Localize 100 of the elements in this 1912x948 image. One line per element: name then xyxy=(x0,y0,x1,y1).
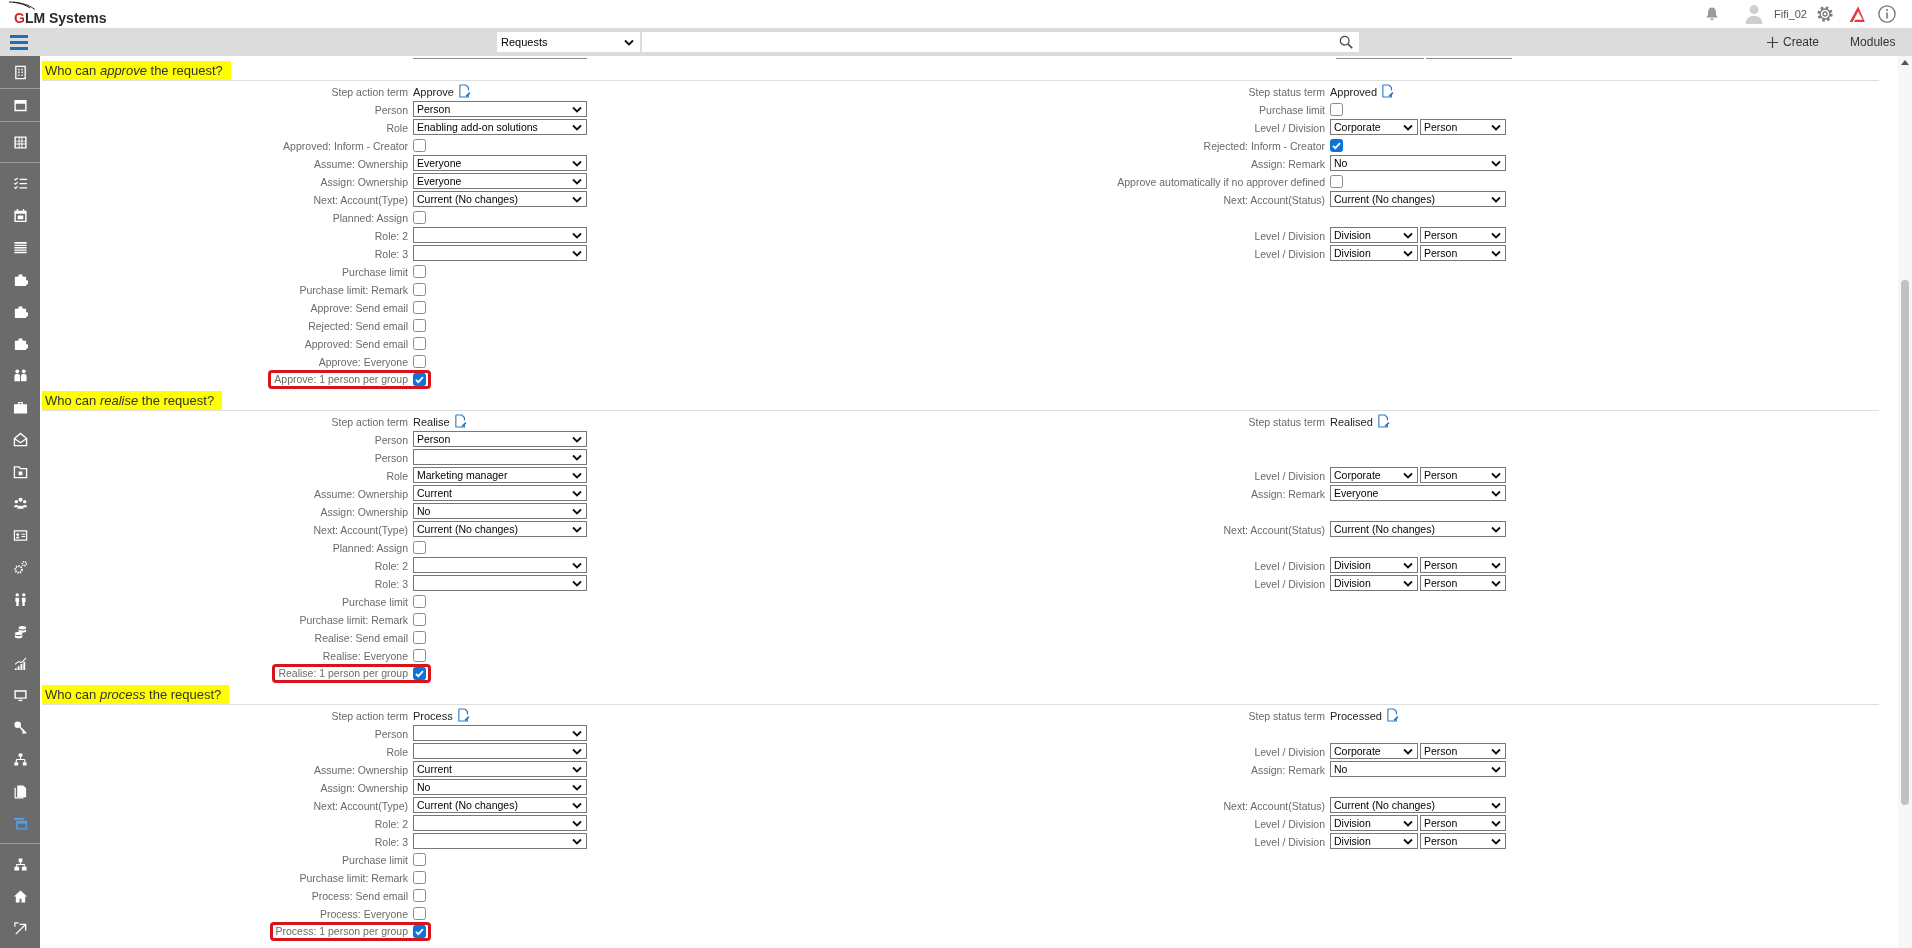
dropdown[interactable]: Person xyxy=(413,431,587,447)
dropdown[interactable]: Person xyxy=(1420,815,1506,831)
briefcase-icon[interactable] xyxy=(12,399,28,415)
dropdown[interactable]: Everyone xyxy=(1330,485,1506,501)
scrollbar-thumb[interactable] xyxy=(1901,280,1909,805)
puzzle-icon[interactable] xyxy=(12,271,28,287)
modules-button[interactable]: Modules xyxy=(1850,32,1896,52)
dropdown[interactable]: Current xyxy=(413,485,587,501)
dropdown[interactable]: Everyone xyxy=(413,173,587,189)
dropdown[interactable]: Current (No changes) xyxy=(413,521,587,537)
checkbox[interactable] xyxy=(413,282,426,296)
checkbox[interactable] xyxy=(413,264,426,278)
dropdown[interactable] xyxy=(413,557,587,573)
info-icon[interactable] xyxy=(1878,5,1896,23)
dropdown[interactable]: Current (No changes) xyxy=(1330,191,1506,207)
coins-icon[interactable] xyxy=(12,623,28,639)
checkbox[interactable] xyxy=(413,354,426,368)
key-icon[interactable] xyxy=(12,719,28,735)
dropdown[interactable] xyxy=(413,245,587,261)
dropdown[interactable]: Division xyxy=(1330,575,1418,591)
dropdown[interactable]: Division xyxy=(1330,815,1418,831)
document-edit-icon[interactable] xyxy=(457,707,470,722)
checkbox[interactable] xyxy=(1330,174,1343,188)
document-edit-icon[interactable] xyxy=(459,83,471,98)
checkbox[interactable] xyxy=(413,300,426,314)
dropdown[interactable]: Corporate xyxy=(1330,743,1418,759)
monitor-icon[interactable] xyxy=(12,687,28,703)
checkbox[interactable] xyxy=(1330,102,1343,116)
dropdown[interactable]: Current xyxy=(413,761,587,777)
people-icon[interactable] xyxy=(12,367,28,383)
dropdown[interactable]: Current (No changes) xyxy=(413,191,587,207)
dropdown[interactable]: Division xyxy=(1330,245,1418,261)
checkbox[interactable] xyxy=(413,870,426,884)
dropdown[interactable] xyxy=(413,227,587,243)
checkbox[interactable] xyxy=(413,373,426,386)
puzzle-icon[interactable] xyxy=(12,303,28,319)
checkbox[interactable] xyxy=(413,138,426,152)
checklist-icon[interactable] xyxy=(12,175,28,191)
checkbox[interactable] xyxy=(413,630,426,644)
dropdown[interactable]: Current (No changes) xyxy=(1330,797,1506,813)
bell-icon[interactable] xyxy=(1703,6,1720,22)
create-button[interactable]: Create xyxy=(1767,32,1820,52)
dropdown[interactable]: No xyxy=(413,779,587,795)
id-card-icon[interactable] xyxy=(12,527,28,543)
dropdown[interactable]: Enabling add-on solutions xyxy=(413,119,587,135)
dropdown[interactable]: Everyone xyxy=(413,155,587,171)
two-people-icon[interactable] xyxy=(12,591,28,607)
checkbox[interactable] xyxy=(413,648,426,662)
checkbox[interactable] xyxy=(1330,138,1343,152)
dropdown[interactable]: Division xyxy=(1330,557,1418,573)
dropdown[interactable]: Person xyxy=(1420,119,1506,135)
checkbox[interactable] xyxy=(413,210,426,224)
dropdown[interactable]: Person xyxy=(1420,575,1506,591)
home-icon[interactable] xyxy=(12,888,28,904)
checkbox[interactable] xyxy=(413,540,426,554)
dropdown[interactable]: Corporate xyxy=(1330,119,1418,135)
dropdown[interactable]: Corporate xyxy=(1330,467,1418,483)
dropdown[interactable] xyxy=(413,725,587,741)
triangle-logo-icon[interactable] xyxy=(1848,5,1866,23)
document-edit-icon[interactable] xyxy=(1382,83,1395,98)
list-icon[interactable] xyxy=(12,239,28,255)
checkbox[interactable] xyxy=(413,888,426,902)
dropdown[interactable]: Division xyxy=(1330,833,1418,849)
dropdown[interactable]: No xyxy=(413,503,587,519)
dropdown[interactable] xyxy=(413,815,587,831)
calendar-icon[interactable] xyxy=(12,207,28,223)
settings-icon[interactable] xyxy=(1816,5,1834,23)
dropdown[interactable]: Marketing manager xyxy=(413,467,587,483)
checkbox[interactable] xyxy=(413,318,426,332)
dropdown[interactable] xyxy=(413,449,587,465)
up-arrow-icon[interactable] xyxy=(1901,60,1909,65)
dropdown[interactable]: Person xyxy=(1420,743,1506,759)
document-edit-icon[interactable] xyxy=(1377,413,1390,428)
group-icon[interactable] xyxy=(12,495,28,511)
dropdown[interactable]: Person xyxy=(1420,833,1506,849)
username[interactable]: Fifi_02 xyxy=(1773,8,1807,20)
dropdown[interactable]: Person xyxy=(1420,227,1506,243)
documents-icon[interactable] xyxy=(12,783,28,799)
folder-icon[interactable] xyxy=(12,463,28,479)
dropdown[interactable]: Person xyxy=(1420,557,1506,573)
dropdown[interactable]: Person xyxy=(1420,245,1506,261)
dropdown[interactable]: Current (No changes) xyxy=(413,797,587,813)
checkbox[interactable] xyxy=(413,612,426,626)
envelope-icon[interactable] xyxy=(12,431,28,447)
org-chart-icon[interactable] xyxy=(12,751,28,767)
puzzle-icon[interactable] xyxy=(12,335,28,351)
dropdown[interactable]: Person xyxy=(413,101,587,117)
arrow-icon[interactable] xyxy=(12,920,28,936)
sitemap-icon[interactable] xyxy=(12,856,28,872)
gears-icon[interactable] xyxy=(12,559,28,575)
grid-icon[interactable] xyxy=(12,134,28,150)
module-dropdown[interactable]: Requests xyxy=(497,32,640,52)
checkbox[interactable] xyxy=(413,667,426,680)
window-icon[interactable] xyxy=(12,97,28,113)
building-icon[interactable] xyxy=(12,64,28,80)
search-icon[interactable] xyxy=(1339,35,1353,49)
dropdown[interactable] xyxy=(413,743,587,759)
dropdown[interactable]: No xyxy=(1330,761,1506,777)
document-edit-icon[interactable] xyxy=(454,413,467,428)
dropdown[interactable] xyxy=(413,575,587,591)
